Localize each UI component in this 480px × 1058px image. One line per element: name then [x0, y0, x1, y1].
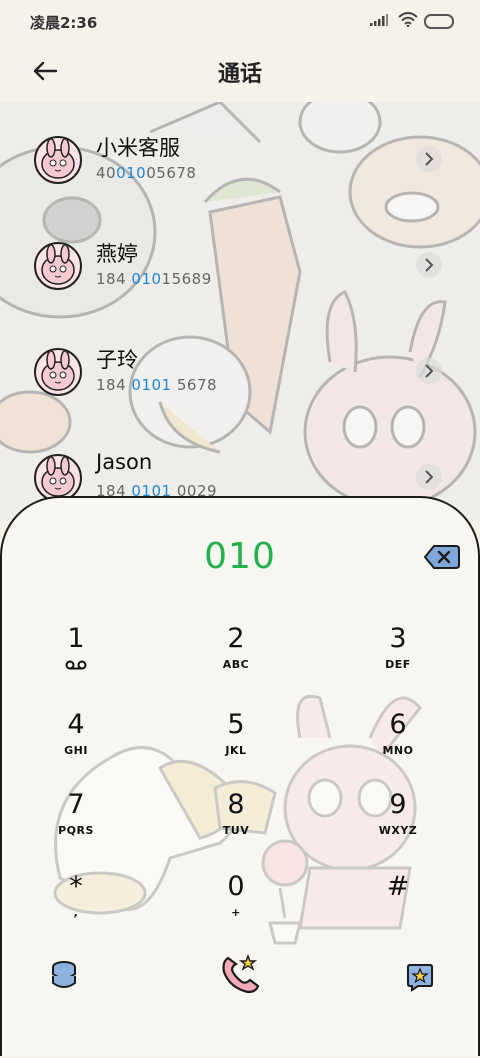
key-digit: 9 — [389, 789, 407, 820]
key-letters: ABC — [222, 658, 250, 671]
key-hash[interactable]: # — [338, 872, 458, 942]
wifi-icon — [398, 12, 418, 27]
status-bar: 凌晨2:36 — [0, 0, 480, 44]
contact-row[interactable]: 子玲 184 0101 5678 — [0, 322, 480, 422]
key-letters: TUV — [222, 824, 250, 837]
voicemail-icon — [65, 660, 87, 670]
key-digit: 8 — [227, 789, 245, 820]
key-letters: + — [231, 906, 241, 919]
key-5[interactable]: 5 JKL — [176, 710, 296, 780]
app-header: 通话 — [0, 44, 480, 102]
favorites-icon[interactable] — [406, 962, 434, 992]
key-0[interactable]: 0 + — [176, 872, 296, 942]
key-digit: 5 — [227, 709, 245, 740]
page-title: 通话 — [217, 62, 262, 87]
key-digit: 2 — [227, 623, 245, 654]
key-letters: JKL — [225, 744, 247, 757]
contact-number: 184 0101 5678 — [96, 376, 218, 394]
status-time: 凌晨2:36 — [30, 14, 98, 32]
key-4[interactable]: 4 GHI — [16, 710, 136, 780]
key-7[interactable]: 7 PQRS — [16, 790, 136, 860]
key-1[interactable]: 1 — [16, 624, 136, 694]
key-star[interactable]: * , — [16, 872, 136, 942]
key-digit: 0 — [227, 871, 245, 902]
avatar — [34, 348, 82, 396]
bunny-avatar-icon — [41, 138, 75, 179]
bunny-avatar-icon — [41, 244, 75, 285]
chevron-right-icon[interactable] — [416, 146, 442, 172]
signal-icon — [370, 14, 388, 26]
backspace-icon[interactable] — [424, 544, 460, 570]
contact-name: 小米客服 — [96, 136, 180, 160]
battery-icon — [424, 14, 454, 29]
key-letters: DEF — [385, 658, 411, 671]
key-8[interactable]: 8 TUV — [176, 790, 296, 860]
key-6[interactable]: 6 MNO — [338, 710, 458, 780]
key-digit: 1 — [67, 623, 85, 654]
key-digit: 3 — [389, 623, 407, 654]
key-digit: * — [69, 871, 83, 902]
avatar — [34, 454, 82, 502]
chevron-right-icon[interactable] — [416, 464, 442, 490]
key-letters: , — [73, 906, 79, 919]
sim-stack-icon[interactable] — [50, 960, 78, 992]
key-digit: # — [386, 871, 410, 902]
key-digit: 7 — [67, 789, 85, 820]
contact-name: Jason — [96, 450, 153, 474]
key-9[interactable]: 9 WXYZ — [338, 790, 458, 860]
bunny-avatar-icon — [41, 456, 75, 497]
key-letters: WXYZ — [378, 824, 418, 837]
avatar — [34, 242, 82, 290]
contact-row[interactable]: 燕婷 184 01015689 — [0, 216, 480, 316]
chevron-right-icon[interactable] — [416, 252, 442, 278]
bunny-avatar-icon — [41, 350, 75, 391]
contact-row[interactable]: 小米客服 4001005678 — [0, 110, 480, 210]
key-3[interactable]: 3 DEF — [338, 624, 458, 694]
key-2[interactable]: 2 ABC — [176, 624, 296, 694]
call-button-icon[interactable] — [218, 952, 262, 996]
dialed-number-display: 010 — [204, 536, 276, 577]
key-letters: GHI — [64, 744, 88, 757]
contact-name: 燕婷 — [96, 242, 138, 266]
avatar — [34, 136, 82, 184]
chevron-right-icon[interactable] — [416, 358, 442, 384]
contact-name: 子玲 — [96, 348, 138, 372]
contact-number: 4001005678 — [96, 164, 197, 182]
key-digit: 6 — [389, 709, 407, 740]
contact-number: 184 01015689 — [96, 270, 212, 288]
key-letters: MNO — [382, 744, 414, 757]
key-letters: PQRS — [58, 824, 94, 837]
key-digit: 4 — [67, 709, 85, 740]
